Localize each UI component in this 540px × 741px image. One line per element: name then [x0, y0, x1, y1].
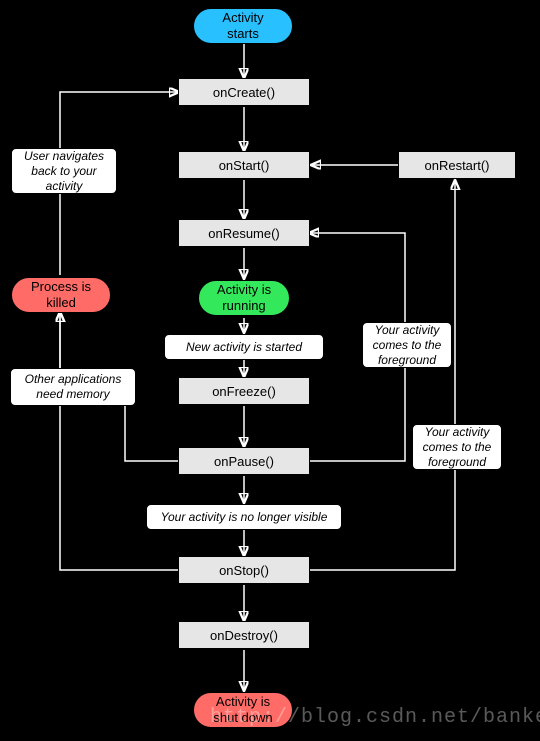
node-onrestart: onRestart(): [398, 151, 516, 179]
label-foreground-1: Your activity comes to the foreground: [373, 323, 442, 368]
label-ondestroy: onDestroy(): [210, 628, 278, 643]
label-onresume: onResume(): [208, 226, 280, 241]
label-activity-starts: Activity starts: [222, 10, 263, 41]
node-activity-starts: Activity starts: [193, 8, 293, 44]
label-onstart: onStart(): [219, 158, 270, 173]
node-ondestroy: onDestroy(): [178, 621, 310, 649]
label-onfreeze: onFreeze(): [212, 384, 276, 399]
note-foreground-2: Your activity comes to the foreground: [412, 424, 502, 470]
node-activity-running: Activity is running: [198, 280, 290, 316]
node-onpause: onPause(): [178, 447, 310, 475]
node-onstart: onStart(): [178, 151, 310, 179]
node-onresume: onResume(): [178, 219, 310, 247]
node-process-killed: Process is killed: [11, 277, 111, 313]
label-oncreate: onCreate(): [213, 85, 275, 100]
node-oncreate: onCreate(): [178, 78, 310, 106]
watermark-label: http://blog.csdn.net/banketree: [210, 706, 540, 729]
label-onpause: onPause(): [214, 454, 274, 469]
label-need-memory: Other applications need memory: [25, 372, 122, 402]
note-foreground-1: Your activity comes to the foreground: [362, 322, 452, 368]
note-new-activity: New activity is started: [164, 334, 324, 360]
label-process-killed: Process is killed: [31, 279, 91, 310]
node-onfreeze: onFreeze(): [178, 377, 310, 405]
note-navigate-back: User navigates back to your activity: [11, 148, 117, 194]
label-new-activity: New activity is started: [186, 340, 302, 355]
label-navigate-back: User navigates back to your activity: [24, 149, 104, 194]
label-onrestart: onRestart(): [424, 158, 489, 173]
label-foreground-2: Your activity comes to the foreground: [423, 425, 492, 470]
watermark-text: http://blog.csdn.net/banketree: [210, 706, 540, 729]
label-onstop: onStop(): [219, 563, 269, 578]
note-no-longer-visible: Your activity is no longer visible: [146, 504, 342, 530]
note-need-memory: Other applications need memory: [10, 368, 136, 406]
label-activity-running: Activity is running: [217, 282, 271, 313]
node-onstop: onStop(): [178, 556, 310, 584]
label-no-longer-visible: Your activity is no longer visible: [161, 510, 328, 525]
